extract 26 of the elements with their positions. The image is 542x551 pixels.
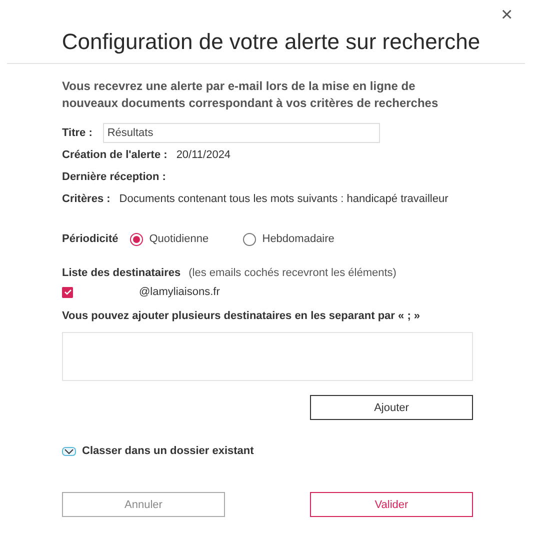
checkbox[interactable] [62, 286, 73, 298]
submit-button[interactable]: Valider [310, 492, 473, 517]
field-label: Critères : [62, 193, 110, 205]
radio-button[interactable] [243, 232, 256, 246]
folder-option-label: Classer dans un dossier existant [82, 445, 254, 457]
radio-button[interactable] [130, 232, 144, 246]
field-label: Titre : [62, 127, 92, 139]
field-label: Création de l'alerte : [62, 149, 168, 161]
add-button[interactable]: Ajouter [310, 395, 473, 420]
recipients-field[interactable] [62, 332, 473, 381]
title-field[interactable]: Résultats [103, 123, 380, 143]
recipient-email: @lamyliaisons.fr [139, 286, 220, 298]
close-button[interactable]: × [497, 4, 517, 26]
field-label: Dernière réception : [62, 171, 166, 183]
recipients-label: Liste des destinataires [62, 267, 181, 279]
recipients-hint: (les emails cochés recevront les éléments) [188, 267, 396, 279]
chevron-icon[interactable] [62, 446, 76, 456]
field-value: Documents contenant tous les mots suivants : handicapé travailleur [119, 193, 448, 205]
periodicity-label: Périodicité [62, 233, 118, 245]
field-value: 20/11/2024 [176, 149, 231, 161]
intro-text: Vous recevrez une alerte par e-mail lors de la mise en ligne de nouveaux documents correspondant à vos critères de recherches [62, 78, 440, 112]
dialog-title: Configuration de votre alerte sur recherche [62, 28, 480, 56]
add-recipients-label: Vous pouvez ajouter plusieurs destinataires en les separant par « ; » [62, 310, 422, 324]
radio-label: Hebdomadaire [262, 233, 334, 245]
radio-label: Quotidienne [149, 233, 209, 245]
cancel-button[interactable]: Annuler [62, 492, 225, 517]
